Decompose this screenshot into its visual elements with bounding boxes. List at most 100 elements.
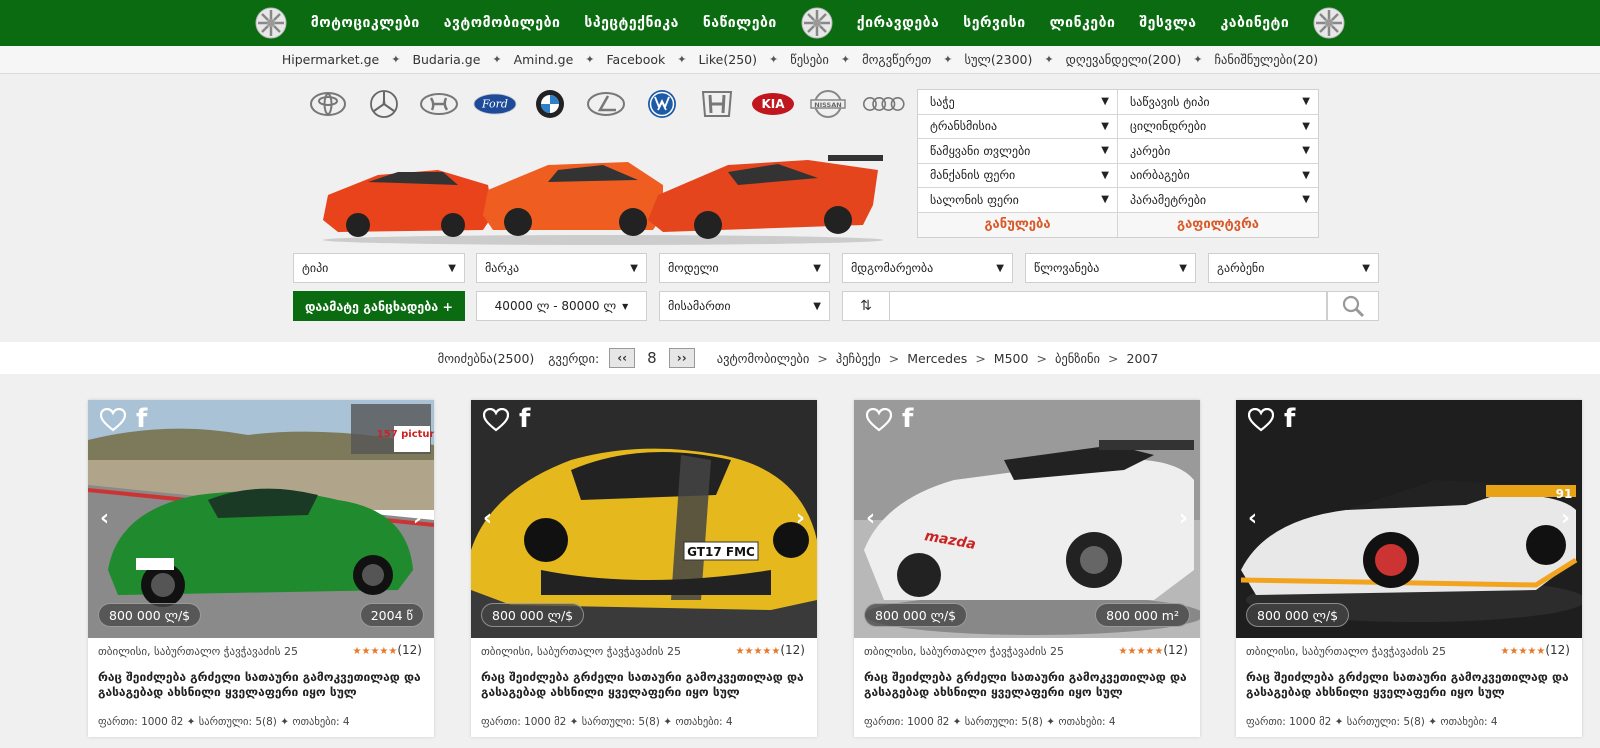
- facebook-share-icon[interactable]: f: [902, 404, 913, 434]
- nav-rentals[interactable]: ქირავდება: [857, 15, 939, 31]
- link-rules[interactable]: წესები: [790, 52, 829, 67]
- chevron-right-icon[interactable]: ›: [796, 506, 805, 531]
- link-facebook[interactable]: Facebook: [607, 52, 666, 67]
- heart-icon[interactable]: [1248, 408, 1274, 432]
- listing-image[interactable]: 157 pictures f ‹ › 800 000 ლ/$ 2004 წ: [88, 400, 434, 638]
- chevron-left-icon[interactable]: ‹: [866, 506, 875, 531]
- listing-card[interactable]: GT17 FMC f ‹ › 800 000 ლ/$ თბილისი, საბუ…: [471, 400, 817, 737]
- filter-button[interactable]: გაფილტვრა: [1118, 212, 1318, 237]
- nav-special-equipment[interactable]: სპეცტექნიკა: [584, 15, 678, 31]
- type-select[interactable]: ტიპი ▼: [293, 253, 465, 283]
- address-select[interactable]: მისამართი ▼: [659, 291, 830, 321]
- year-select[interactable]: წლოვანება ▼: [1025, 253, 1196, 283]
- price-range-select[interactable]: 40000 ლ - 80000 ლ ▼: [476, 291, 647, 321]
- breadcrumb-item[interactable]: ბენზინი: [1055, 351, 1100, 366]
- nav-parts[interactable]: ნაწილები: [703, 15, 777, 31]
- listing-card[interactable]: mazda f ‹ › 800 000 ლ/$ 800 000 m² თბილი…: [854, 400, 1200, 737]
- select-label: გარბენი: [1217, 261, 1265, 275]
- link-bookmarks[interactable]: ჩანიშნულები(20): [1214, 52, 1318, 67]
- hyundai-logo[interactable]: [417, 89, 461, 119]
- breadcrumb-item[interactable]: ავტომობილები: [717, 351, 810, 366]
- lexus-logo[interactable]: [584, 89, 628, 119]
- breadcrumb-item[interactable]: ჰეჩბექი: [836, 351, 881, 366]
- filter-interior-color[interactable]: სალონის ფერი ▼: [918, 188, 1118, 213]
- listing-card[interactable]: 91 f ‹ › 800 000 ლ/$ თბილისი, საბურთალო …: [1236, 400, 1582, 737]
- listing-image[interactable]: mazda f ‹ › 800 000 ლ/$ 800 000 m²: [854, 400, 1200, 638]
- honda-logo[interactable]: [695, 89, 739, 119]
- sort-icon[interactable]: ⇅: [842, 291, 890, 321]
- filter-label: კარები: [1130, 143, 1171, 158]
- audi-logo[interactable]: [862, 89, 906, 119]
- chevron-left-icon[interactable]: ‹: [483, 506, 492, 531]
- link-today[interactable]: დღევანდელი(200): [1066, 52, 1182, 67]
- add-listing-button[interactable]: დაამატე განცხადება +: [293, 291, 465, 321]
- facebook-share-icon[interactable]: f: [519, 404, 530, 434]
- brand-select[interactable]: მარკა ▼: [476, 253, 647, 283]
- chevron-left-icon[interactable]: ‹: [100, 506, 109, 531]
- listing-card[interactable]: 157 pictures f ‹ › 800 000 ლ/$ 2004 წ თბ…: [88, 400, 434, 737]
- separator: ✦: [1044, 53, 1054, 66]
- volkswagen-logo[interactable]: [640, 89, 684, 119]
- select-label: მდგომარეობა: [851, 261, 934, 275]
- prev-page-button[interactable]: ‹‹: [609, 348, 636, 368]
- breadcrumb-item[interactable]: Mercedes: [907, 351, 967, 366]
- link-contact[interactable]: მოგვწერეთ: [862, 52, 931, 67]
- link-like[interactable]: Like(250): [698, 52, 757, 67]
- filter-transmission[interactable]: ტრანსმისია ▼: [918, 114, 1118, 139]
- filter-label: საჭე: [930, 94, 955, 109]
- search-button[interactable]: [1327, 291, 1379, 321]
- link-total[interactable]: სულ(2300): [964, 52, 1032, 67]
- listing-title[interactable]: რაც შეიძლება გრძელი სათაური გამოკვეთილად…: [98, 670, 428, 700]
- chevron-right-icon[interactable]: ›: [1179, 506, 1188, 531]
- mercedes-logo[interactable]: [362, 89, 406, 119]
- next-page-button[interactable]: ››: [668, 348, 695, 368]
- bmw-logo[interactable]: [528, 89, 572, 119]
- link-budaria[interactable]: Budaria.ge: [412, 52, 480, 67]
- listing-image[interactable]: GT17 FMC f ‹ › 800 000 ლ/$: [471, 400, 817, 638]
- filter-steering[interactable]: საჭე ▼: [918, 90, 1118, 115]
- filter-fuel-type[interactable]: საწვავის ტიპი ▼: [1118, 90, 1318, 115]
- chevron-right-icon[interactable]: ›: [413, 506, 422, 531]
- breadcrumb-item[interactable]: 2007: [1127, 351, 1159, 366]
- nav-automobiles[interactable]: ავტომობილები: [444, 15, 561, 31]
- listing-title[interactable]: რაც შეიძლება გრძელი სათაური გამოკვეთილად…: [1246, 670, 1576, 700]
- toyota-logo[interactable]: [306, 89, 350, 119]
- search-input[interactable]: [890, 291, 1327, 321]
- breadcrumb-item[interactable]: M500: [994, 351, 1029, 366]
- chevron-right-icon[interactable]: ›: [1561, 506, 1570, 531]
- heart-icon[interactable]: [866, 408, 892, 432]
- model-select[interactable]: მოდელი ▼: [659, 253, 830, 283]
- facebook-share-icon[interactable]: f: [136, 404, 147, 434]
- nav-service[interactable]: სერვისი: [963, 15, 1025, 31]
- link-amind[interactable]: Amind.ge: [514, 52, 574, 67]
- facebook-share-icon[interactable]: f: [1284, 404, 1295, 434]
- heart-icon[interactable]: [483, 408, 509, 432]
- listing-image[interactable]: 91 f ‹ › 800 000 ლ/$: [1236, 400, 1582, 638]
- nissan-logo[interactable]: NISSAN: [806, 89, 850, 119]
- nav-cabinet[interactable]: კაბინეტი: [1221, 15, 1290, 31]
- star-icons: ★★★★★: [735, 646, 781, 657]
- mileage-select[interactable]: გარბენი ▼: [1208, 253, 1379, 283]
- filter-doors[interactable]: კარები ▼: [1118, 139, 1318, 164]
- breadcrumb-separator: >: [1108, 350, 1119, 366]
- nav-login[interactable]: შესვლა: [1139, 15, 1196, 31]
- condition-select[interactable]: მდგომარეობა ▼: [842, 253, 1013, 283]
- nav-motorcycles[interactable]: მოტოციკლები: [311, 15, 420, 31]
- listing-rating: ★★★★★(12): [736, 643, 805, 657]
- filter-drive-wheels[interactable]: წამყვანი თვლები ▼: [918, 139, 1118, 164]
- listing-title[interactable]: რაც შეიძლება გრძელი სათაური გამოკვეთილად…: [481, 670, 811, 700]
- heart-icon[interactable]: [100, 408, 126, 432]
- ford-logo[interactable]: Ford: [473, 89, 517, 119]
- chevron-down-icon: ▼: [813, 262, 821, 274]
- filter-cylinders[interactable]: ცილინდრები ▼: [1118, 114, 1318, 139]
- listing-rating: ★★★★★(12): [353, 643, 422, 657]
- chevron-left-icon[interactable]: ‹: [1248, 506, 1257, 531]
- link-hipermarket[interactable]: Hipermarket.ge: [282, 52, 379, 67]
- filter-parameters[interactable]: პარამეტრები ▼: [1118, 188, 1318, 213]
- listing-title[interactable]: რაც შეიძლება გრძელი სათაური გამოკვეთილად…: [864, 670, 1194, 700]
- nav-links[interactable]: ლინკები: [1050, 15, 1116, 31]
- filter-car-color[interactable]: მანქანის ფერი ▼: [918, 163, 1118, 188]
- reset-button[interactable]: განულება: [918, 212, 1118, 237]
- kia-logo[interactable]: KIA: [751, 89, 795, 119]
- filter-airbags[interactable]: აირბაგები ▼: [1118, 163, 1318, 188]
